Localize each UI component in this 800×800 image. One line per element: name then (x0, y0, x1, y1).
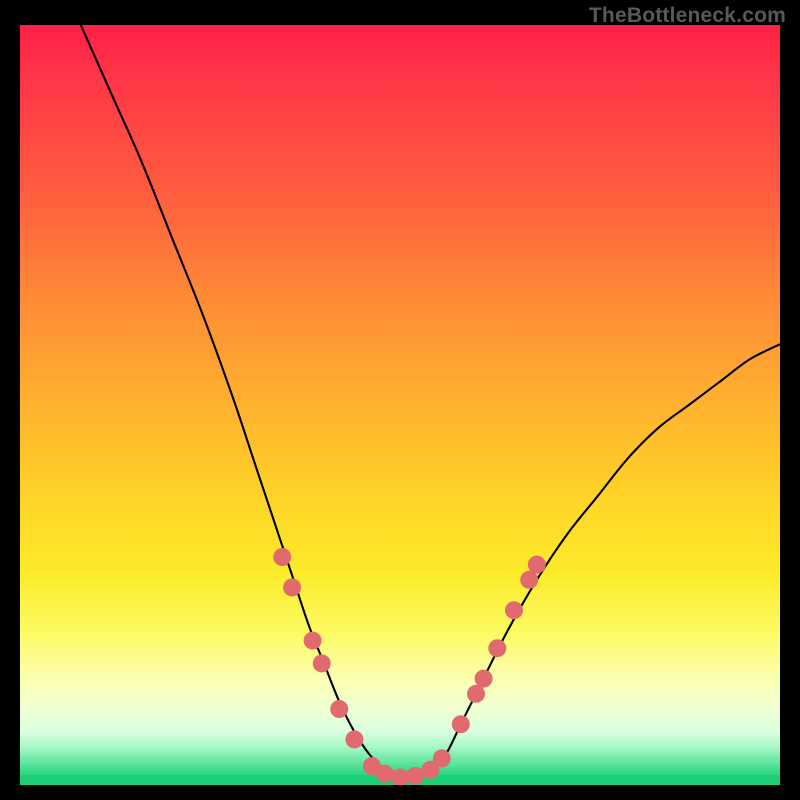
data-dot (475, 670, 493, 688)
chart-plot-area (20, 25, 780, 785)
bottleneck-curve (81, 25, 780, 778)
dots-group (273, 548, 546, 785)
data-dot (528, 556, 546, 574)
chart-svg (20, 25, 780, 785)
chart-frame: TheBottleneck.com (0, 0, 800, 800)
data-dot (304, 632, 322, 650)
data-dot (273, 548, 291, 566)
data-dot (505, 601, 523, 619)
data-dot (345, 730, 363, 748)
data-dot (330, 700, 348, 718)
data-dot (283, 578, 301, 596)
watermark-text: TheBottleneck.com (589, 4, 786, 28)
data-dot (433, 749, 451, 767)
data-dot (313, 654, 331, 672)
data-dot (376, 765, 394, 783)
data-dot (452, 715, 470, 733)
data-dot (488, 639, 506, 657)
